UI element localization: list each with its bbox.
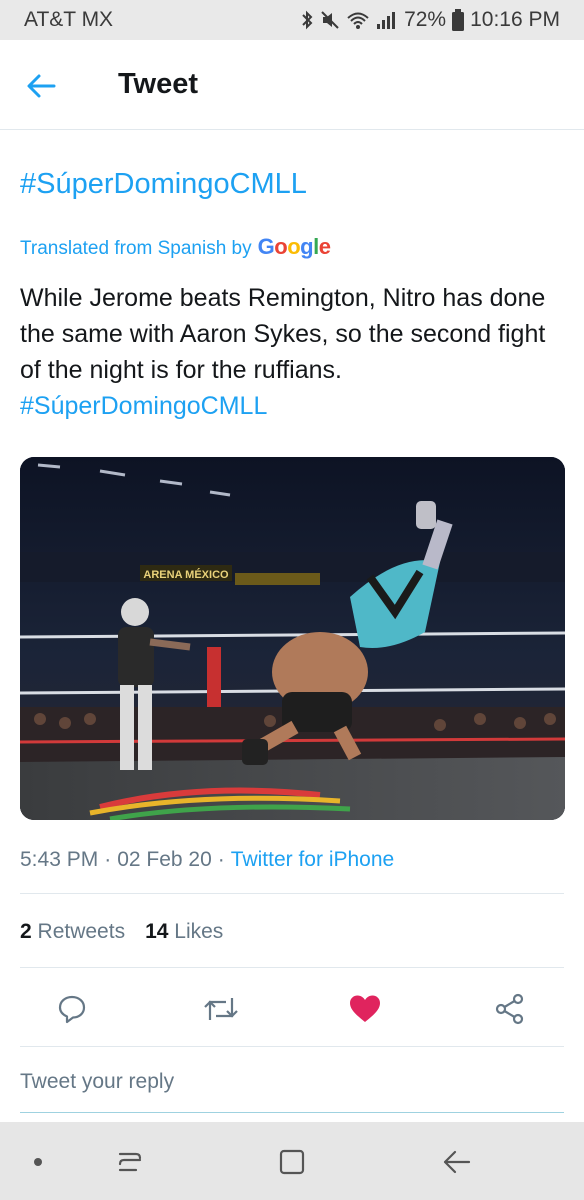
likes-stat[interactable]: 14 Likes <box>145 920 223 944</box>
recent-apps-icon <box>118 1152 142 1172</box>
bluetooth-icon <box>302 10 313 30</box>
arena-banner-text: ARENA MÉXICO <box>143 568 229 581</box>
back-button[interactable] <box>26 70 66 102</box>
wrestling-photo: ARENA MÉXICO <box>20 457 565 820</box>
translation-label: Translated from Spanish by <box>20 238 252 259</box>
app-header: Tweet <box>0 40 584 130</box>
share-button[interactable] <box>490 989 530 1029</box>
home-button[interactable] <box>274 1144 310 1180</box>
translation-credit[interactable]: Translated from Spanish by Google <box>20 234 331 260</box>
meta-separator: · <box>217 848 225 871</box>
signal-icon <box>377 12 396 29</box>
tweet-time: 5:43 PM <box>20 848 99 871</box>
tweet-hashtag-link[interactable]: #SúperDomingoCMLL <box>20 392 267 420</box>
reply-input[interactable]: Tweet your reply <box>20 1070 174 1094</box>
back-arrow-icon <box>27 74 56 98</box>
retweet-button[interactable] <box>201 989 241 1029</box>
tweet-actions <box>0 985 584 1031</box>
carrier-label: AT&T MX <box>24 8 114 31</box>
status-icons: 72% 10:16 PM <box>300 8 560 32</box>
heart-icon <box>350 995 380 1022</box>
tweet-body: While Jerome beats Remington, Nitro has … <box>20 280 565 424</box>
clock: 10:16 PM <box>470 8 560 31</box>
nav-dot <box>20 1144 56 1180</box>
divider <box>20 1046 564 1047</box>
tweet-stats: 2 Retweets 14 Likes <box>20 920 223 944</box>
system-nav-bar <box>0 1122 584 1200</box>
retweets-stat[interactable]: 2 Retweets <box>20 920 125 944</box>
google-logo: Google <box>257 234 331 259</box>
likes-count: 14 <box>145 920 169 943</box>
retweets-label: Retweets <box>37 920 126 943</box>
dot-icon <box>34 1158 42 1166</box>
page-title: Tweet <box>118 68 199 100</box>
battery-percent: 72% <box>404 8 447 31</box>
tweet-date: 02 Feb 20 <box>117 848 212 871</box>
like-button[interactable] <box>345 989 385 1029</box>
wifi-icon <box>347 12 369 29</box>
home-icon <box>279 1149 305 1175</box>
nav-back-button[interactable] <box>438 1144 474 1180</box>
status-bar: AT&T MX 72% 10:16 PM <box>0 0 584 40</box>
share-icon <box>495 993 524 1025</box>
battery-icon <box>452 9 465 31</box>
tweet-photo[interactable]: ARENA MÉXICO <box>20 457 565 820</box>
tweet-meta: 5:43 PM · 02 Feb 20 · Twitter for iPhone <box>20 848 394 872</box>
nav-back-icon <box>443 1150 471 1174</box>
likes-label: Likes <box>174 920 224 943</box>
recent-apps-button[interactable] <box>112 1144 148 1180</box>
mute-icon <box>321 11 339 29</box>
reply-input-underline <box>20 1112 564 1113</box>
retweets-count: 2 <box>20 920 32 943</box>
tweet-text: While Jerome beats Remington, Nitro has … <box>20 284 546 384</box>
tweet-source-link[interactable]: Twitter for iPhone <box>231 848 394 872</box>
reply-icon <box>58 995 86 1024</box>
divider <box>20 967 564 968</box>
divider <box>20 893 564 894</box>
retweet-icon <box>204 998 238 1020</box>
reply-button[interactable] <box>52 989 92 1029</box>
hashtag-link[interactable]: #SúperDomingoCMLL <box>20 168 307 201</box>
meta-separator: · <box>104 848 112 871</box>
